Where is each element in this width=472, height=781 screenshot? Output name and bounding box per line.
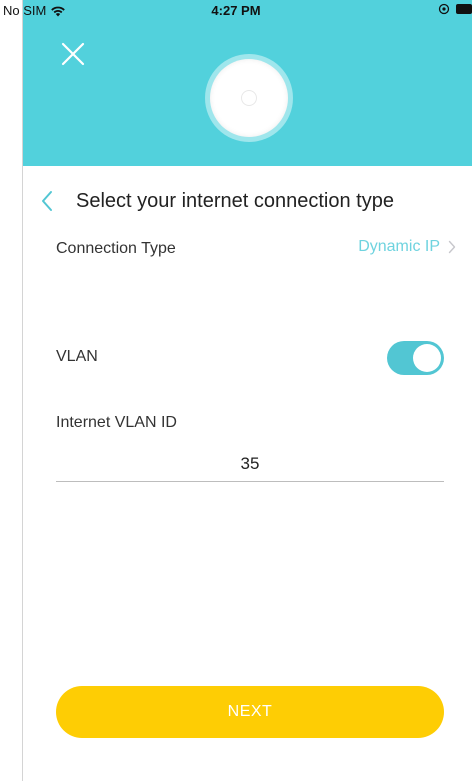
device-logo: [241, 90, 257, 106]
vlan-label: VLAN: [56, 348, 98, 365]
vlan-toggle[interactable]: [387, 341, 444, 375]
page-title: Select your internet connection type: [76, 189, 394, 212]
orientation-lock-icon: [438, 3, 450, 15]
close-icon: [61, 42, 85, 66]
app-screen: No SIM 4:27 PM Select your internet conn…: [0, 0, 472, 781]
battery-icon: [456, 4, 472, 14]
connection-type-label: Connection Type: [56, 240, 176, 257]
back-button[interactable]: [40, 186, 64, 216]
status-time: 4:27 PM: [211, 3, 261, 18]
screen-edge: [0, 0, 23, 781]
status-bar: No SIM 4:27 PM: [0, 0, 472, 20]
connection-type-selector[interactable]: Dynamic IP: [358, 238, 456, 256]
next-button[interactable]: NEXT: [56, 686, 444, 738]
title-row: Select your internet connection type: [40, 186, 394, 216]
connection-type-value: Dynamic IP: [358, 238, 440, 255]
chevron-right-icon: [448, 240, 456, 254]
vlan-id-label: Internet VLAN ID: [56, 414, 177, 431]
chevron-left-icon: [42, 191, 52, 211]
close-button[interactable]: [59, 40, 87, 68]
status-indicators: [438, 3, 472, 15]
vlan-id-input[interactable]: [56, 446, 444, 482]
toggle-knob: [413, 344, 441, 372]
device-image: [205, 54, 293, 142]
access-point-icon: [210, 59, 288, 137]
